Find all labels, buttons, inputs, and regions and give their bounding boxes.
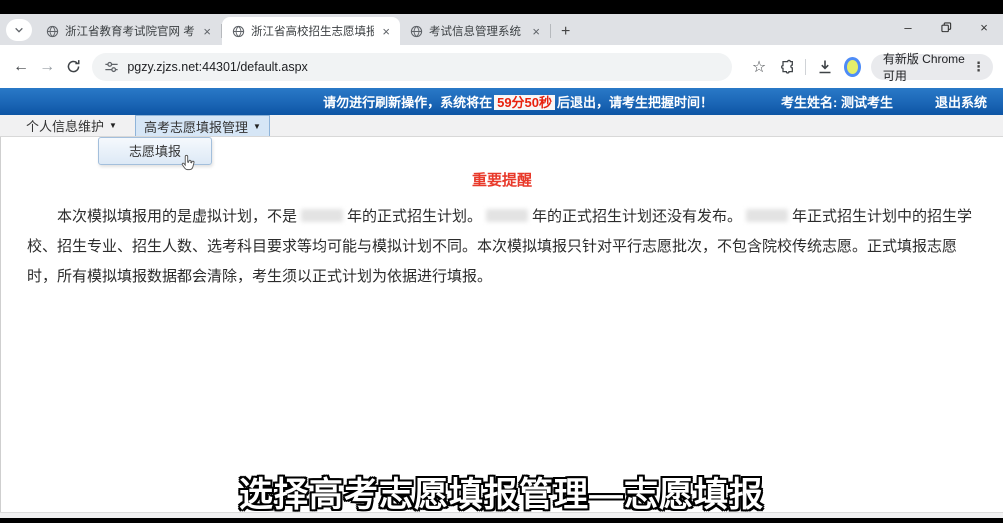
tab-exam-info-system[interactable]: 考试信息管理系统 ×	[400, 17, 550, 45]
forward-button[interactable]: →	[36, 54, 58, 80]
reload-button[interactable]	[62, 54, 84, 80]
menu-personal-info-label: 个人信息维护	[26, 116, 104, 135]
warning-prefix: 请勿进行刷新操作，系统将在	[323, 95, 492, 110]
restore-icon	[941, 22, 952, 33]
downloads-button[interactable]	[816, 56, 834, 78]
download-icon	[817, 59, 833, 75]
tab-close-icon[interactable]: ×	[201, 24, 213, 39]
chrome-update-label: 有新版 Chrome 可用	[883, 50, 966, 84]
close-window-button[interactable]: ×	[965, 14, 1003, 40]
profile-avatar[interactable]	[844, 57, 861, 77]
tab-close-icon[interactable]: ×	[530, 24, 542, 39]
tab-close-icon[interactable]: ×	[380, 24, 392, 39]
notice-text: 本次模拟填报用的是虚拟计划，不是	[57, 208, 297, 225]
toolbar-right: ☆ 有新版 Chrome 可用 ⋮	[750, 54, 993, 80]
reload-icon	[66, 59, 81, 74]
bookmark-button[interactable]: ☆	[750, 56, 768, 78]
browser-toolbar: ← → pgzy.zjzs.net:44301/default.aspx ☆ 有…	[0, 45, 1003, 88]
tab-strip: 浙江省教育考试院官网 考生办 × 浙江省高校招生志愿填报系统 × 考试信息管理系…	[0, 14, 1003, 45]
restore-button[interactable]	[927, 14, 965, 40]
notice-paragraph: 本次模拟填报用的是虚拟计划，不是年的正式招生计划。年的正式招生计划还没有发布。年…	[27, 202, 977, 292]
notice-heading: 重要提醒	[1, 169, 1003, 190]
menu-gaokao-management-label: 高考志愿填报管理	[144, 117, 248, 136]
letterbox-bottom	[0, 518, 1003, 523]
tab-title: 浙江省教育考试院官网 考生办	[65, 23, 195, 39]
tab-title: 考试信息管理系统	[429, 23, 524, 39]
student-name: 考生姓名: 测试考生	[781, 92, 893, 111]
video-subtitle: 选择高考志愿填报管理—志愿填报	[0, 467, 1003, 516]
tab-search-button[interactable]	[6, 19, 32, 41]
dropdown-item-volunteer-fill[interactable]: 志愿填报	[98, 137, 212, 165]
toolbar-separator	[805, 59, 806, 75]
address-bar[interactable]: pgzy.zjzs.net:44301/default.aspx	[92, 53, 732, 81]
globe-icon	[46, 25, 59, 38]
warning-text: 请勿进行刷新操作，系统将在59分50秒后退出，请考生把握时间！	[323, 92, 713, 111]
kebab-menu-icon[interactable]: ⋮	[972, 59, 985, 75]
menu-bar: 个人信息维护 ▼ 高考志愿填报管理 ▼	[0, 115, 1003, 137]
redacted-year	[301, 209, 343, 222]
chevron-down-icon	[14, 25, 24, 35]
tab-title: 浙江省高校招生志愿填报系统	[251, 23, 374, 39]
menu-personal-info[interactable]: 个人信息维护 ▼	[18, 114, 125, 137]
url-text: pgzy.zjzs.net:44301/default.aspx	[127, 60, 307, 74]
letterbox-top	[0, 0, 1003, 14]
session-warning-bar: 请勿进行刷新操作，系统将在59分50秒后退出，请考生把握时间！ 考生姓名: 测试…	[0, 88, 1003, 115]
notice-text: 年的正式招生计划。	[347, 208, 482, 225]
page-content: 志愿填报 重要提醒 本次模拟填报用的是虚拟计划，不是 年的正式招生计划。 年的正式招…	[0, 137, 1003, 512]
hand-cursor-icon	[180, 154, 197, 176]
back-button[interactable]: ←	[10, 54, 32, 80]
screen: 浙江省教育考试院官网 考生办 × 浙江省高校招生志愿填报系统 × 考试信息管理系…	[0, 0, 1003, 523]
dropdown-item-label: 志愿填报	[129, 144, 181, 159]
warning-suffix: 后退出，请考生把握时间！	[557, 95, 713, 110]
logout-button[interactable]: 退出系统	[935, 92, 987, 111]
chrome-update-button[interactable]: 有新版 Chrome 可用 ⋮	[871, 54, 993, 80]
new-tab-button[interactable]: +	[551, 23, 580, 45]
window-controls: – ×	[889, 14, 1003, 40]
caret-down-icon: ▼	[253, 122, 261, 131]
notice-text: 年的正式招生计划还没有发布。	[532, 208, 742, 225]
menu-gaokao-management[interactable]: 高考志愿填报管理 ▼	[135, 115, 270, 136]
extensions-button[interactable]	[778, 56, 796, 78]
countdown-timer: 59分50秒	[494, 95, 555, 110]
site-settings-icon	[104, 60, 119, 74]
redacted-year	[746, 209, 788, 222]
tab-exam-portal[interactable]: 浙江省教育考试院官网 考生办 ×	[36, 17, 221, 45]
caret-down-icon: ▼	[109, 121, 117, 130]
extensions-puzzle-icon	[779, 59, 795, 75]
minimize-button[interactable]: –	[889, 14, 927, 40]
globe-icon	[232, 25, 245, 38]
globe-icon	[410, 25, 423, 38]
tab-volunteer-system[interactable]: 浙江省高校招生志愿填报系统 ×	[222, 17, 400, 45]
redacted-year	[486, 209, 528, 222]
